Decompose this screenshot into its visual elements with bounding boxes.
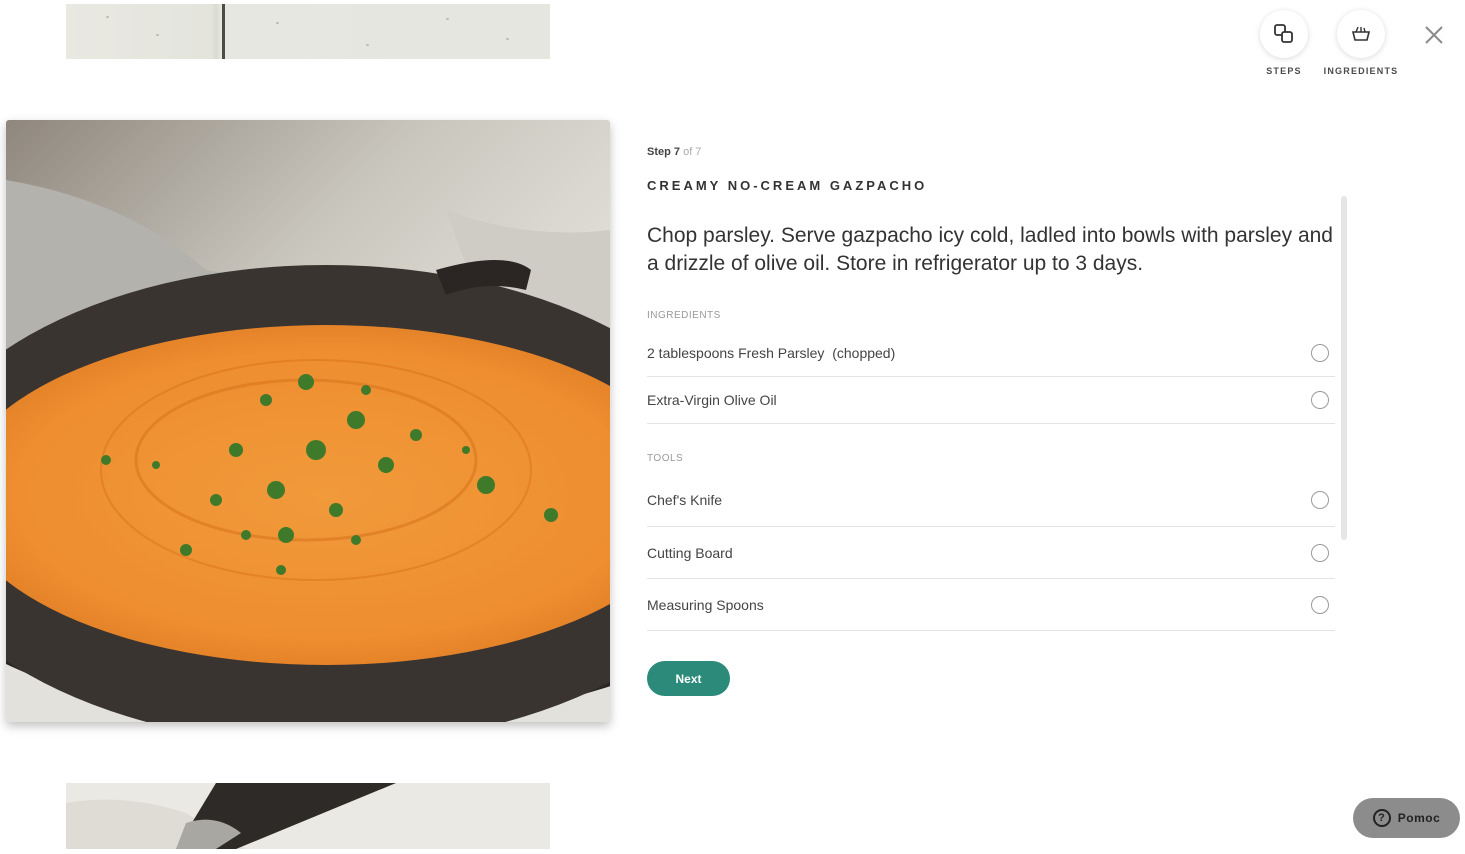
next-image-illustration (66, 783, 550, 849)
help-label: Pomoc (1397, 811, 1441, 825)
tool-text: Cutting Board (647, 544, 733, 561)
steps-label: STEPS (1266, 66, 1302, 76)
close-button[interactable] (1419, 20, 1449, 50)
close-icon (1425, 26, 1443, 44)
tool-row[interactable]: Cutting Board (647, 527, 1335, 579)
steps-icon (1274, 24, 1293, 43)
gazpacho-bowl-illustration (6, 120, 610, 722)
tools-section-label: TOOLS (647, 453, 684, 464)
tool-checkbox[interactable] (1311, 595, 1329, 614)
ingredient-row[interactable]: Extra-Virgin Olive Oil (647, 377, 1335, 424)
ingredients-section-label: INGREDIENTS (647, 310, 721, 321)
step-indicator: Step 7 of 7 (647, 146, 701, 158)
ingredient-text: 2 tablespoons Fresh Parsley (chopped) (647, 345, 896, 361)
ingredients-bowl-icon (1351, 26, 1371, 41)
ingredients-label: INGREDIENTS (1323, 66, 1399, 76)
ingredient-checkbox[interactable] (1311, 391, 1329, 409)
content-scrollbar[interactable] (1341, 196, 1347, 540)
steps-button[interactable] (1260, 10, 1308, 58)
recipe-title: CREAMY NO-CREAM GAZPACHO (647, 178, 928, 193)
tool-checkbox[interactable] (1311, 543, 1329, 562)
ingredient-row[interactable]: 2 tablespoons Fresh Parsley (chopped) (647, 330, 1335, 377)
tool-text: Chef's Knife (647, 492, 723, 508)
tool-row[interactable]: Chef's Knife (647, 474, 1335, 527)
ingredients-button[interactable] (1337, 10, 1385, 58)
question-icon: ? (1372, 809, 1391, 827)
step-number: Step 7 (647, 146, 681, 158)
step-image-gazpacho (6, 120, 610, 722)
help-button[interactable]: ? Pomoc (1353, 798, 1460, 838)
previous-step-image[interactable] (66, 4, 550, 59)
tool-row[interactable]: Measuring Spoons (647, 579, 1335, 631)
next-step-image[interactable] (66, 783, 550, 849)
tool-text: Measuring Spoons (647, 596, 764, 613)
step-total: of 7 (683, 146, 702, 158)
step-instruction: Chop parsley. Serve gazpacho icy cold, l… (647, 224, 1333, 275)
ingredient-text: Extra-Virgin Olive Oil (647, 392, 777, 408)
next-button[interactable]: Next (647, 661, 730, 696)
tool-checkbox[interactable] (1311, 491, 1329, 509)
ingredient-checkbox[interactable] (1311, 344, 1329, 362)
